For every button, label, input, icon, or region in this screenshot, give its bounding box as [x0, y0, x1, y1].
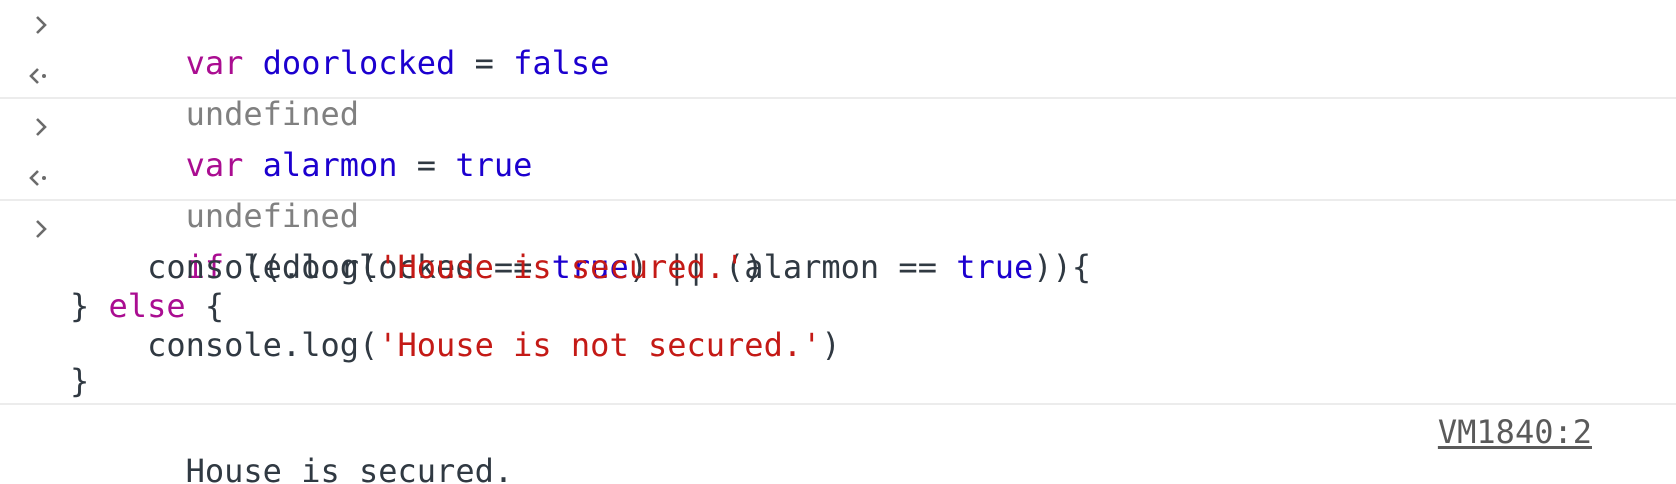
console-log-call: console.log(	[147, 326, 379, 364]
console-entry-1: var doorlocked = false undefined	[0, 0, 1676, 133]
close-paren: )	[744, 248, 764, 286]
code-line-3: } else {	[0, 287, 1676, 326]
string-literal: 'House is secured.'	[378, 248, 745, 286]
chevron-right-icon	[26, 209, 56, 248]
return-arrow-icon	[26, 158, 56, 197]
console-entry-3: if ((doorlocked == true) || (alarmon == …	[0, 201, 1676, 405]
console-panel: var doorlocked = false undefined var ala…	[0, 0, 1676, 484]
console-entry-2: var alarmon = true undefined	[0, 99, 1676, 235]
close-paren: )	[821, 326, 841, 364]
code-line-5: }	[0, 362, 1676, 405]
input-line[interactable]: var doorlocked = false	[0, 5, 1676, 82]
close-brace: }	[70, 287, 109, 325]
code-line-4: console.log('House is not secured.')	[0, 326, 1676, 365]
input-line[interactable]: var alarmon = true	[0, 107, 1676, 184]
string-literal: 'House is not secured.'	[378, 326, 822, 364]
code-line-2: console.log('House is secured.')	[0, 248, 1676, 287]
open-brace: {	[185, 287, 225, 325]
source-link[interactable]: VM1840:2	[1438, 413, 1592, 452]
if-line[interactable]: if ((doorlocked == true) || (alarmon == …	[0, 209, 1676, 286]
chevron-right-icon	[26, 107, 56, 146]
log-message: House is secured.	[185, 452, 514, 484]
log-output: House is secured. VM1840:2	[0, 405, 1676, 484]
close-brace: }	[70, 362, 90, 400]
result-line: undefined	[0, 158, 1676, 235]
result-line: undefined	[0, 56, 1676, 133]
chevron-right-icon	[26, 5, 56, 44]
log-message-line: House is secured. VM1840:2	[0, 413, 1676, 484]
console-log-call: console.log(	[147, 248, 379, 286]
return-arrow-icon	[26, 56, 56, 95]
keyword-else: else	[108, 287, 186, 325]
